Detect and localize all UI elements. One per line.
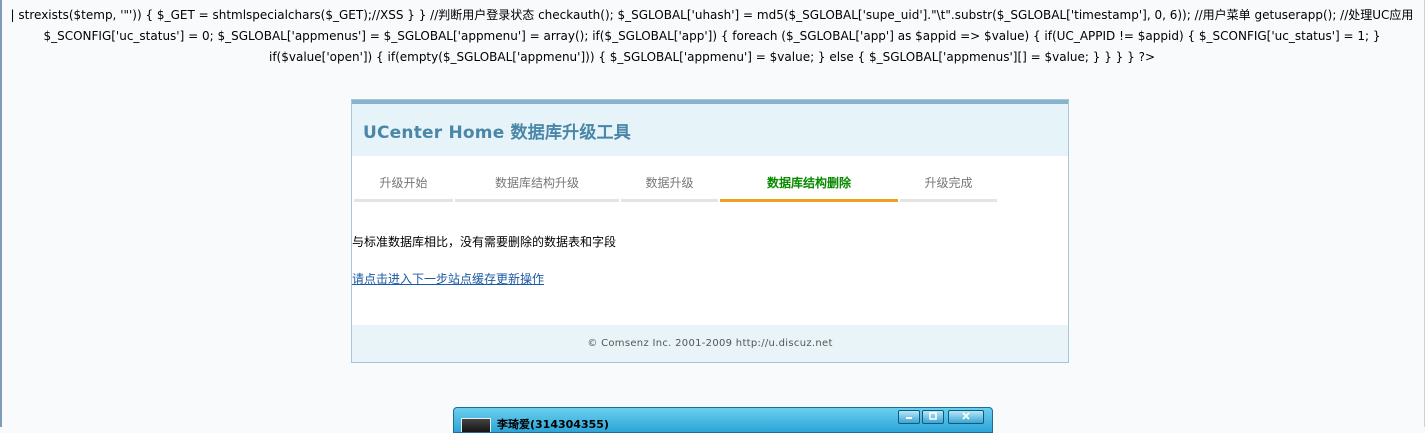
avatar [461,418,491,432]
step-upgrade-complete: 升级完成 [900,168,997,202]
close-icon[interactable] [948,410,984,424]
step-data-upgrade: 数据升级 [621,168,718,202]
next-step-link[interactable]: 请点击进入下一步站点缓存更新操作 [352,270,544,287]
chat-window-title: 李琦爱(314304355) [497,418,609,431]
status-message: 与标准数据库相比，没有需要删除的数据表和字段 [352,235,617,249]
minimize-icon[interactable] [898,410,920,424]
leaked-php-source: | strexists($temp, '"')) { $_GET = shtml… [10,8,1414,64]
qq-chat-window[interactable]: 李琦爱(314304355) [453,407,993,433]
maximize-icon[interactable] [922,410,944,424]
window-left-border [0,0,2,427]
panel-footer: © Comsenz Inc. 2001-2009 http://u.discuz… [352,325,1068,362]
copyright-text: © Comsenz Inc. 2001-2009 http://u.discuz… [587,338,833,349]
page-title: UCenter Home 数据库升级工具 [363,122,631,143]
step-db-structure-upgrade: 数据库结构升级 [455,168,619,202]
upgrade-tool-panel: UCenter Home 数据库升级工具 升级开始 数据库结构升级 数据升级 数… [351,99,1069,363]
step-upgrade-start: 升级开始 [354,168,453,202]
panel-header: UCenter Home 数据库升级工具 [352,104,1068,156]
step-db-structure-delete: 数据库结构删除 [720,168,898,202]
upgrade-steps: 升级开始 数据库结构升级 数据升级 数据库结构删除 升级完成 [352,156,1068,206]
